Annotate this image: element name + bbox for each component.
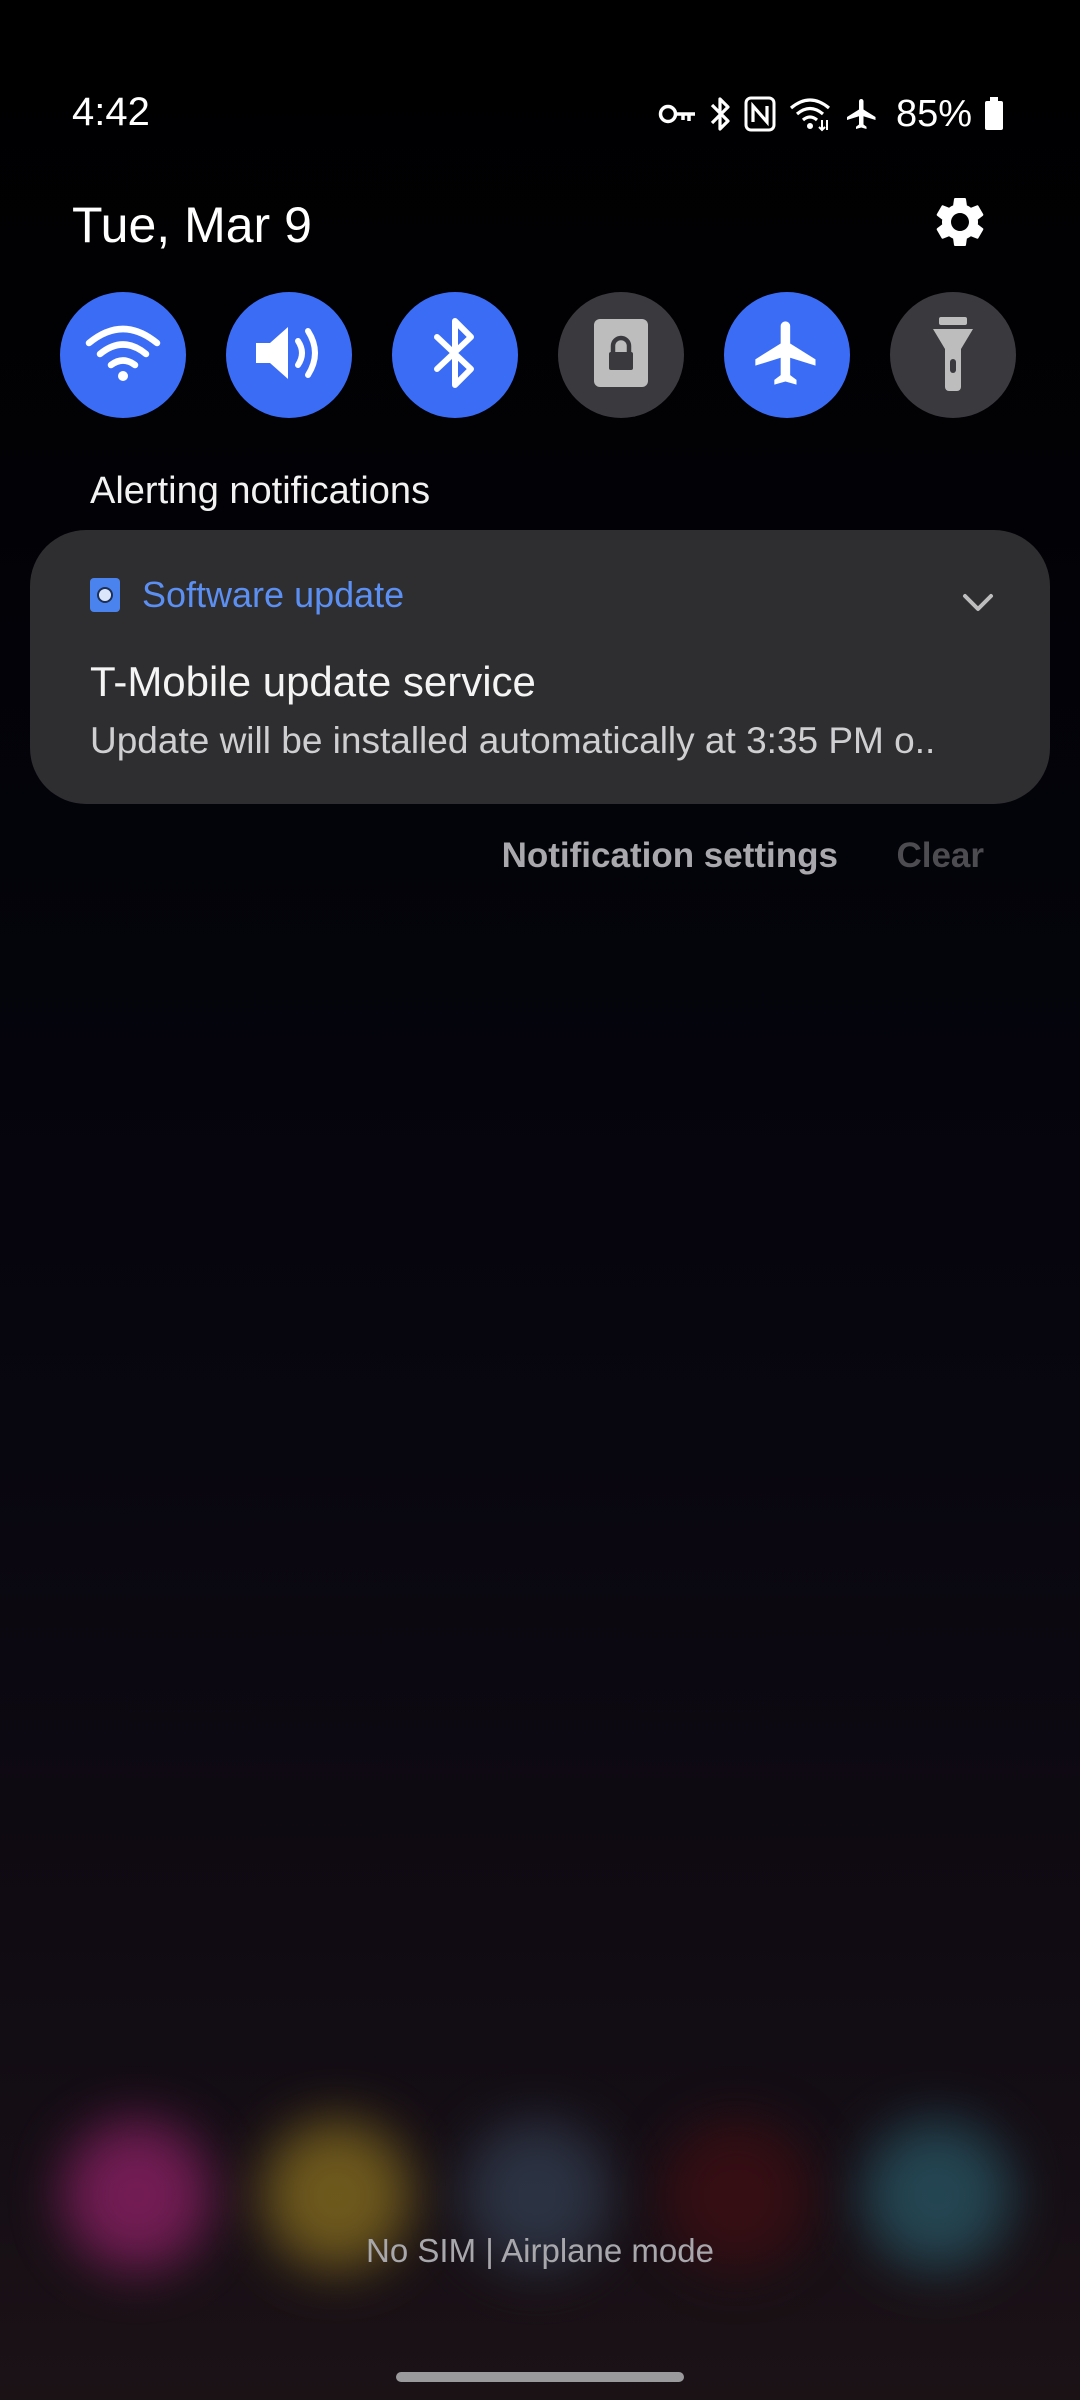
gear-icon: [930, 198, 990, 256]
airplane-icon: [844, 96, 880, 132]
nfc-icon: [744, 96, 776, 132]
battery-percentage: 85%: [895, 92, 972, 135]
status-icons: 85%: [658, 88, 1004, 140]
notification-card[interactable]: Software update T-Mobile update service …: [30, 530, 1050, 804]
alerting-notifications-header: Alerting notifications: [90, 470, 431, 512]
quick-settings-row: [0, 292, 1080, 420]
notification-body: Update will be installed automatically a…: [90, 720, 936, 761]
notification-settings-button[interactable]: Notification settings: [502, 836, 838, 876]
wifi-icon: [788, 96, 832, 132]
notification-app-name: Software update: [142, 574, 405, 615]
airplane-icon: [749, 315, 825, 396]
status-bar: 4:42 85%: [0, 0, 1080, 135]
carrier-status-text: No SIM | Airplane mode: [366, 2232, 714, 2269]
bluetooth-icon: [710, 95, 732, 133]
clear-button[interactable]: Clear: [896, 836, 984, 876]
vpn-key-icon: [658, 101, 698, 127]
software-update-icon: [90, 578, 120, 612]
bluetooth-icon: [433, 317, 477, 394]
battery-icon: [984, 97, 1004, 131]
date-label: Tue, Mar 9: [72, 197, 312, 253]
rotation-lock-icon: [592, 317, 650, 394]
qs-rotation-lock-toggle[interactable]: [558, 292, 684, 418]
qs-bluetooth-toggle[interactable]: [392, 292, 518, 418]
sound-icon: [252, 321, 326, 390]
home-indicator[interactable]: [396, 2372, 684, 2382]
notification-app-row: Software update: [90, 574, 404, 616]
qs-flashlight-toggle[interactable]: [890, 292, 1016, 418]
chevron-down-icon: [958, 594, 998, 626]
qs-sound-toggle[interactable]: [226, 292, 352, 418]
qs-airplane-toggle[interactable]: [724, 292, 850, 418]
blurred-dock-background: [0, 2100, 1080, 2300]
status-time: 4:42: [72, 90, 150, 134]
notification-expand-button[interactable]: [958, 582, 998, 622]
flashlight-icon: [929, 315, 977, 396]
qs-wifi-toggle[interactable]: [60, 292, 186, 418]
notification-actions: Notification settings Clear: [0, 836, 1080, 886]
wifi-icon: [85, 321, 161, 390]
settings-button[interactable]: [930, 192, 990, 252]
notification-title: T-Mobile update service: [90, 658, 536, 705]
